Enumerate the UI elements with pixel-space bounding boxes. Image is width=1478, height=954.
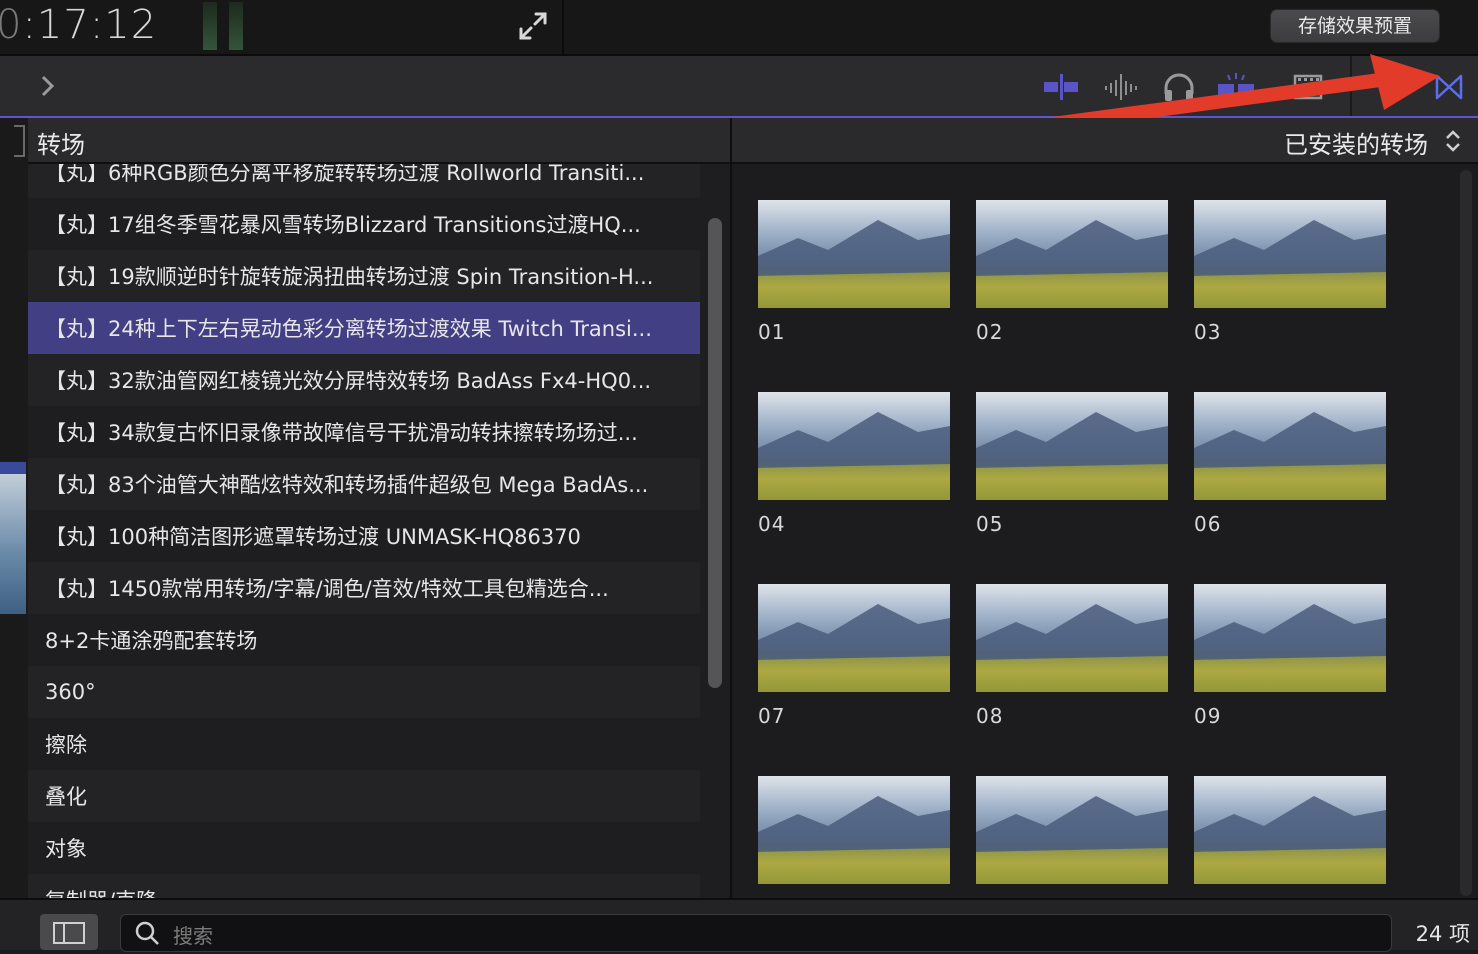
headphones-icon[interactable] (1162, 72, 1196, 102)
list-item[interactable]: 【丸】34款复古怀旧录像带故障信号干扰滑动转抹擦转场场过... (28, 406, 700, 458)
category-list: 【丸】6种RGB颜色分离平移旋转转场过渡 Rollworld Transiti.… (28, 164, 700, 898)
thumbnail-label: 05 (976, 512, 1004, 536)
transition-thumbnail[interactable] (758, 200, 950, 308)
browser-header: 转场 (28, 118, 730, 164)
list-item[interactable]: 对象 (28, 822, 700, 874)
list-item-label: 【丸】100种简洁图形遮罩转场过渡 UNMASK-HQ86370 (45, 525, 581, 549)
list-item[interactable]: 擦除 (28, 718, 700, 770)
category-list-scrollbar[interactable] (708, 218, 722, 688)
viewer-divider (562, 0, 564, 54)
search-field[interactable]: 搜索 (120, 914, 1392, 952)
list-item[interactable]: 【丸】83个油管大神酷炫特效和转场插件超级包 Mega BadAs... (28, 458, 700, 510)
sidebar-toggle-button[interactable] (40, 914, 98, 950)
audio-waveform-icon[interactable] (1102, 72, 1142, 102)
list-item[interactable]: 复制器/克隆 (28, 874, 700, 898)
list-item-label: 【丸】83个油管大神酷炫特效和转场插件超级包 Mega BadAs... (45, 473, 649, 497)
list-item-label: 复制器/克隆 (28, 885, 695, 898)
updown-chevron-icon (1446, 130, 1460, 152)
transitions-category-panel: 转场 【丸】6种RGB颜色分离平移旋转转场过渡 Rollworld Transi… (28, 118, 732, 898)
transition-thumbnail[interactable] (758, 776, 950, 884)
list-item-label: 【丸】17组冬季雪花暴风雪转场Blizzard Transitions过渡HQ.… (45, 213, 641, 237)
list-item-label: 叠化 (45, 785, 87, 809)
list-item-label: 360° (45, 680, 96, 704)
audio-meter-left (203, 2, 217, 50)
list-item-label: 【丸】1450款常用转场/字幕/调色/音效/特效工具包精选合... (45, 577, 609, 601)
thumbnail-label: 09 (1194, 704, 1222, 728)
list-item-label: 对象 (45, 837, 87, 861)
split-clip-icon[interactable] (1042, 72, 1082, 102)
browser-bottom-bar: 搜索 24 项 (0, 898, 1478, 952)
list-item-label: 【丸】19款顺逆时针旋转旋涡扭曲转场过渡 Spin Transition-H..… (45, 265, 654, 289)
toolbar-divider (1350, 56, 1352, 116)
list-item[interactable]: 8+2卡通涂鸦配套转场 (28, 614, 700, 666)
item-count: 24 项 (1415, 922, 1470, 946)
transition-thumbnail[interactable] (976, 200, 1168, 308)
transition-thumbnail[interactable] (758, 392, 950, 500)
viewer-top-bar: 0:17:12 存储效果预置 (0, 0, 1478, 56)
list-item[interactable]: 叠化 (28, 770, 700, 822)
list-item-label: 【丸】34款复古怀旧录像带故障信号干扰滑动转抹擦转场场过... (45, 421, 638, 445)
list-item[interactable]: 【丸】1450款常用转场/字幕/调色/音效/特效工具包精选合... (28, 562, 700, 614)
transition-thumbnail[interactable] (976, 776, 1168, 884)
timecode-value: :17:12 (22, 2, 158, 48)
search-icon (135, 921, 159, 945)
thumbnail-label: 03 (1194, 320, 1222, 344)
transition-thumbnail[interactable] (1194, 200, 1386, 308)
category-selector-label: 已安装的转场 (1284, 131, 1428, 159)
inspector-toolbar (0, 56, 1478, 118)
sidebar-icon (53, 922, 85, 944)
transition-thumbnail[interactable] (976, 584, 1168, 692)
list-item-label: 8+2卡通涂鸦配套转场 (45, 629, 258, 653)
transitions-browser-icon[interactable] (1434, 72, 1464, 102)
save-effects-preset-button[interactable]: 存储效果预置 (1270, 9, 1440, 43)
list-item[interactable]: 【丸】17组冬季雪花暴风雪转场Blizzard Transitions过渡HQ.… (28, 198, 700, 250)
thumbnail-label: 07 (758, 704, 786, 728)
timecode-hours: 0 (0, 2, 23, 48)
list-item[interactable]: 【丸】6种RGB颜色分离平移旋转转场过渡 Rollworld Transiti.… (28, 164, 700, 198)
transition-thumbnail[interactable] (976, 392, 1168, 500)
list-item[interactable]: 【丸】32款油管网红棱镜光效分屏特效转场 BadAss Fx4-HQ0... (28, 354, 700, 406)
list-item-label: 【丸】6种RGB颜色分离平移旋转转场过渡 Rollworld Transiti.… (45, 164, 645, 185)
audio-meter-right (229, 2, 243, 50)
list-item[interactable]: 【丸】100种简洁图形遮罩转场过渡 UNMASK-HQ86370 (28, 510, 700, 562)
transition-thumbnail[interactable] (758, 584, 950, 692)
thumbnail-label: 02 (976, 320, 1004, 344)
thumbnail-grid-scrollbar[interactable] (1460, 170, 1472, 896)
transition-thumbnail[interactable] (1194, 776, 1386, 884)
category-selector[interactable]: 已安装的转场 (732, 118, 1478, 164)
thumbnail-label: 01 (758, 320, 786, 344)
search-placeholder: 搜索 (173, 924, 213, 948)
thumbnail-label: 06 (1194, 512, 1222, 536)
browser-title: 转场 (37, 131, 85, 159)
clip-thumbnail-strip[interactable] (0, 462, 26, 614)
transitions-grid-panel: 已安装的转场 01 02 03 04 05 06 07 08 09 (732, 118, 1478, 898)
list-item-label: 擦除 (45, 733, 87, 757)
list-item-selected[interactable]: 【丸】24种上下左右晃动色彩分离转场过渡效果 Twitch Transi... (28, 302, 700, 354)
thumbnail-label: 04 (758, 512, 786, 536)
chevron-right-icon[interactable] (38, 74, 58, 98)
list-item[interactable]: 【丸】19款顺逆时针旋转旋涡扭曲转场过渡 Spin Transition-H..… (28, 250, 700, 302)
transition-thumbnail[interactable] (1194, 584, 1386, 692)
timecode-display: 0:17:12 (0, 2, 157, 48)
list-item-label: 【丸】24种上下左右晃动色彩分离转场过渡效果 Twitch Transi... (45, 317, 652, 341)
filmstrip-icon[interactable] (1292, 72, 1324, 102)
snapping-icon[interactable] (1216, 72, 1256, 102)
list-item-label: 【丸】32款油管网红棱镜光效分屏特效转场 BadAss Fx4-HQ0... (45, 369, 652, 393)
thumbnail-label: 08 (976, 704, 1004, 728)
list-item[interactable]: 360° (28, 666, 700, 718)
fullscreen-icon[interactable] (516, 10, 550, 42)
transition-thumbnail[interactable] (1194, 392, 1386, 500)
